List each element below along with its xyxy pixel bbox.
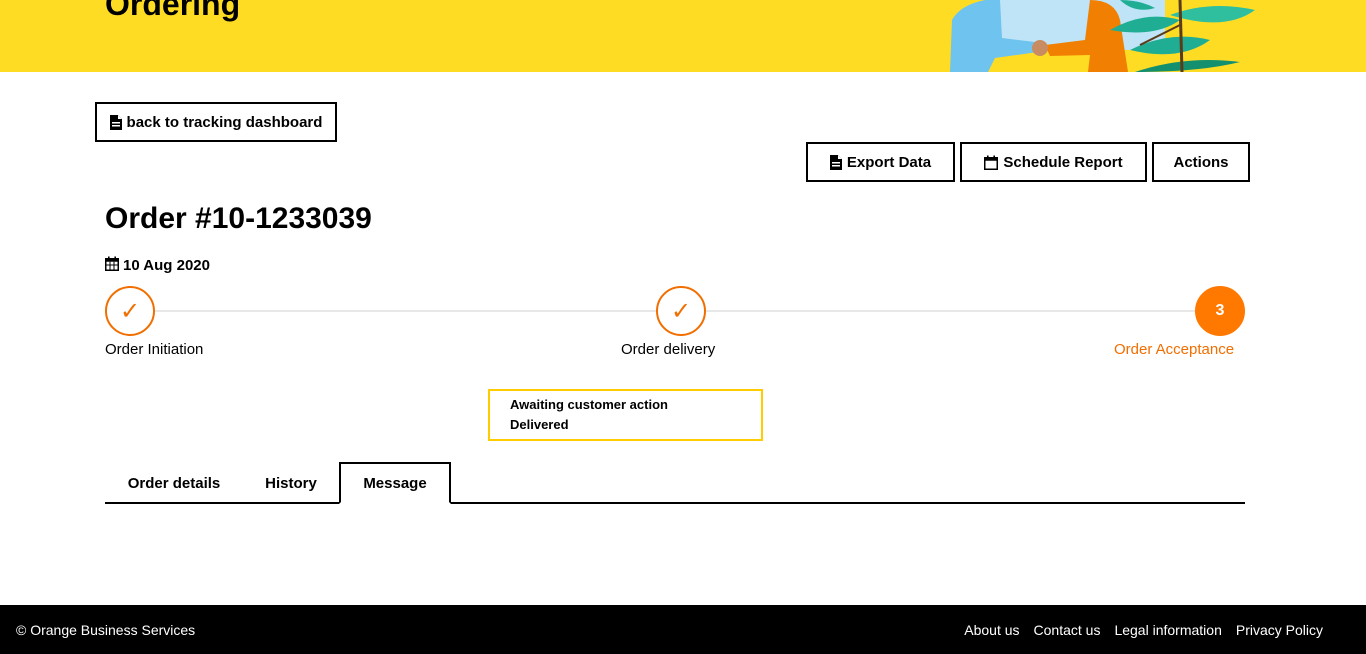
copyright-text: © Orange Business Services xyxy=(16,622,196,638)
export-data-label: Export Data xyxy=(846,153,932,171)
schedule-report-label: Schedule Report xyxy=(1003,153,1123,171)
file-text-icon xyxy=(829,154,842,170)
export-data-button[interactable]: Export Data xyxy=(806,142,955,182)
step-delivery-label: Order delivery xyxy=(621,341,716,358)
tab-order-details[interactable]: Order details xyxy=(105,462,243,504)
step-number: 3 xyxy=(1215,302,1225,319)
file-text-icon xyxy=(109,114,122,130)
schedule-report-button[interactable]: Schedule Report xyxy=(960,142,1147,182)
step-acceptance-label: Order Acceptance xyxy=(1114,341,1235,358)
footer-links: About us Contact us Legal information Pr… xyxy=(964,622,1323,638)
order-date: 10 Aug 2020 xyxy=(105,256,210,275)
check-icon: ✓ xyxy=(670,297,692,325)
footer-link-privacy[interactable]: Privacy Policy xyxy=(1236,622,1323,638)
calendar-icon xyxy=(105,256,119,275)
step-acceptance-indicator: 3 xyxy=(1195,286,1245,336)
step-initiation-label: Order Initiation xyxy=(105,341,204,358)
status-secondary: Delivered xyxy=(510,417,569,432)
footer: © Orange Business Services About us Cont… xyxy=(0,605,1366,654)
tab-history[interactable]: History xyxy=(243,462,339,504)
footer-link-legal[interactable]: Legal information xyxy=(1114,622,1221,638)
footer-link-about[interactable]: About us xyxy=(964,622,1019,638)
hero-banner: Ordering xyxy=(0,0,1366,72)
status-box: Awaiting customer action Delivered xyxy=(488,389,763,441)
actions-button[interactable]: Actions xyxy=(1152,142,1250,182)
tab-message[interactable]: Message xyxy=(339,462,451,504)
order-date-text: 10 Aug 2020 xyxy=(123,257,210,274)
page-title: Ordering xyxy=(105,0,241,22)
step-delivery-indicator: ✓ xyxy=(656,286,706,336)
order-tabs: Order details History Message xyxy=(105,462,1245,504)
footer-link-contact[interactable]: Contact us xyxy=(1034,622,1101,638)
step-initiation-indicator: ✓ xyxy=(105,286,155,336)
back-to-dashboard-label: back to tracking dashboard xyxy=(126,113,323,131)
back-to-dashboard-button[interactable]: back to tracking dashboard xyxy=(95,102,337,142)
status-primary: Awaiting customer action xyxy=(510,397,668,412)
calendar-icon xyxy=(984,155,999,170)
check-icon: ✓ xyxy=(119,297,141,325)
order-title: Order #10-1233039 xyxy=(105,202,372,235)
handshake-illustration xyxy=(950,0,1255,72)
actions-label: Actions xyxy=(1173,153,1229,171)
